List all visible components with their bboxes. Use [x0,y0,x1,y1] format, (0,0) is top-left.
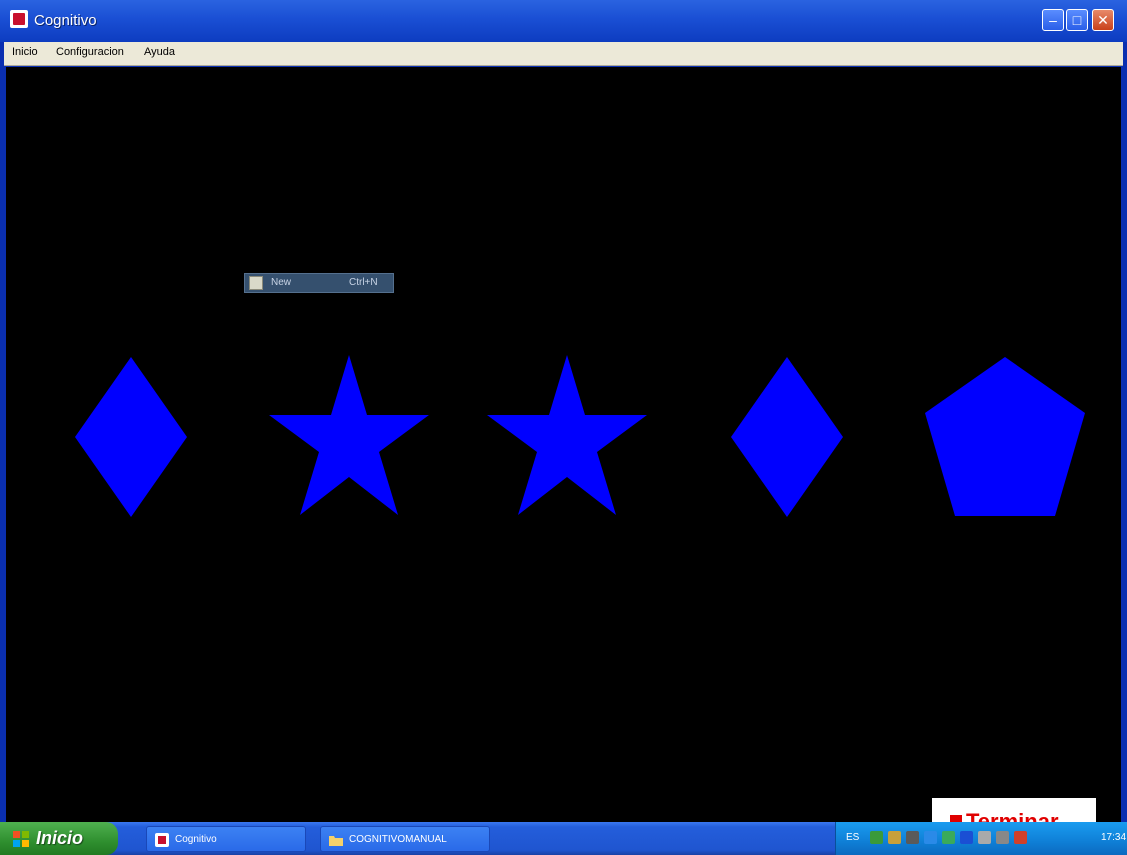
title-bar[interactable]: Cognitivo – □ ✕ [0,0,1127,42]
terminar-square-icon [950,815,962,822]
menu-ayuda[interactable]: Ayuda [144,46,175,58]
shield-icon[interactable] [978,831,991,844]
shapes-layer [75,355,1085,517]
display-icon[interactable] [942,831,955,844]
minimize-button[interactable]: – [1042,9,1064,31]
update-icon[interactable] [924,831,937,844]
language-indicator[interactable]: ES [846,832,859,843]
shape-star-1[interactable] [269,355,429,515]
security-icon[interactable] [906,831,919,844]
taskbar: Inicio Cognitivo COGNITIVOMANUAL ES 17:3… [0,822,1127,855]
taskbar-item-cognitivomanual[interactable]: COGNITIVOMANUAL [320,826,490,852]
taskbar-item-label: COGNITIVOMANUAL [349,834,447,845]
app-icon [155,833,169,847]
shape-diamond-1[interactable] [75,357,187,517]
folder-icon [329,836,343,846]
app-tray-icon[interactable] [1014,831,1027,844]
volume-icon[interactable] [888,831,901,844]
system-tray: ES 17:34 [835,822,1127,855]
close-button[interactable]: ✕ [1092,9,1114,31]
drawing-canvas[interactable]: New Ctrl+N Terminar [6,67,1121,822]
speaker-icon[interactable] [996,831,1009,844]
window-title: Cognitivo [34,12,97,29]
terminar-label: Terminar [966,809,1059,822]
start-label: Inicio [36,828,84,848]
menu-inicio[interactable]: Inicio [12,46,38,58]
taskbar-item-cognitivo[interactable]: Cognitivo [146,826,306,852]
maximize-button[interactable]: □ [1066,9,1088,31]
menu-configuracion[interactable]: Configuracion [56,46,124,58]
taskbar-item-label: Cognitivo [175,834,217,845]
network-icon[interactable] [870,831,883,844]
shape-star-2[interactable] [487,355,647,515]
bluetooth-icon[interactable] [960,831,973,844]
menu-bar: Inicio Configuracion Ayuda [4,42,1123,66]
app-icon [10,10,28,28]
shape-pentagon[interactable] [925,357,1085,516]
clock: 17:34 [1101,832,1127,843]
start-button[interactable]: Inicio [0,822,118,855]
shape-diamond-2[interactable] [731,357,843,517]
terminar-button[interactable]: Terminar [932,798,1096,822]
app-window: Cognitivo – □ ✕ Inicio Configuracion Ayu… [0,0,1127,822]
windows-flag-icon [13,831,29,847]
